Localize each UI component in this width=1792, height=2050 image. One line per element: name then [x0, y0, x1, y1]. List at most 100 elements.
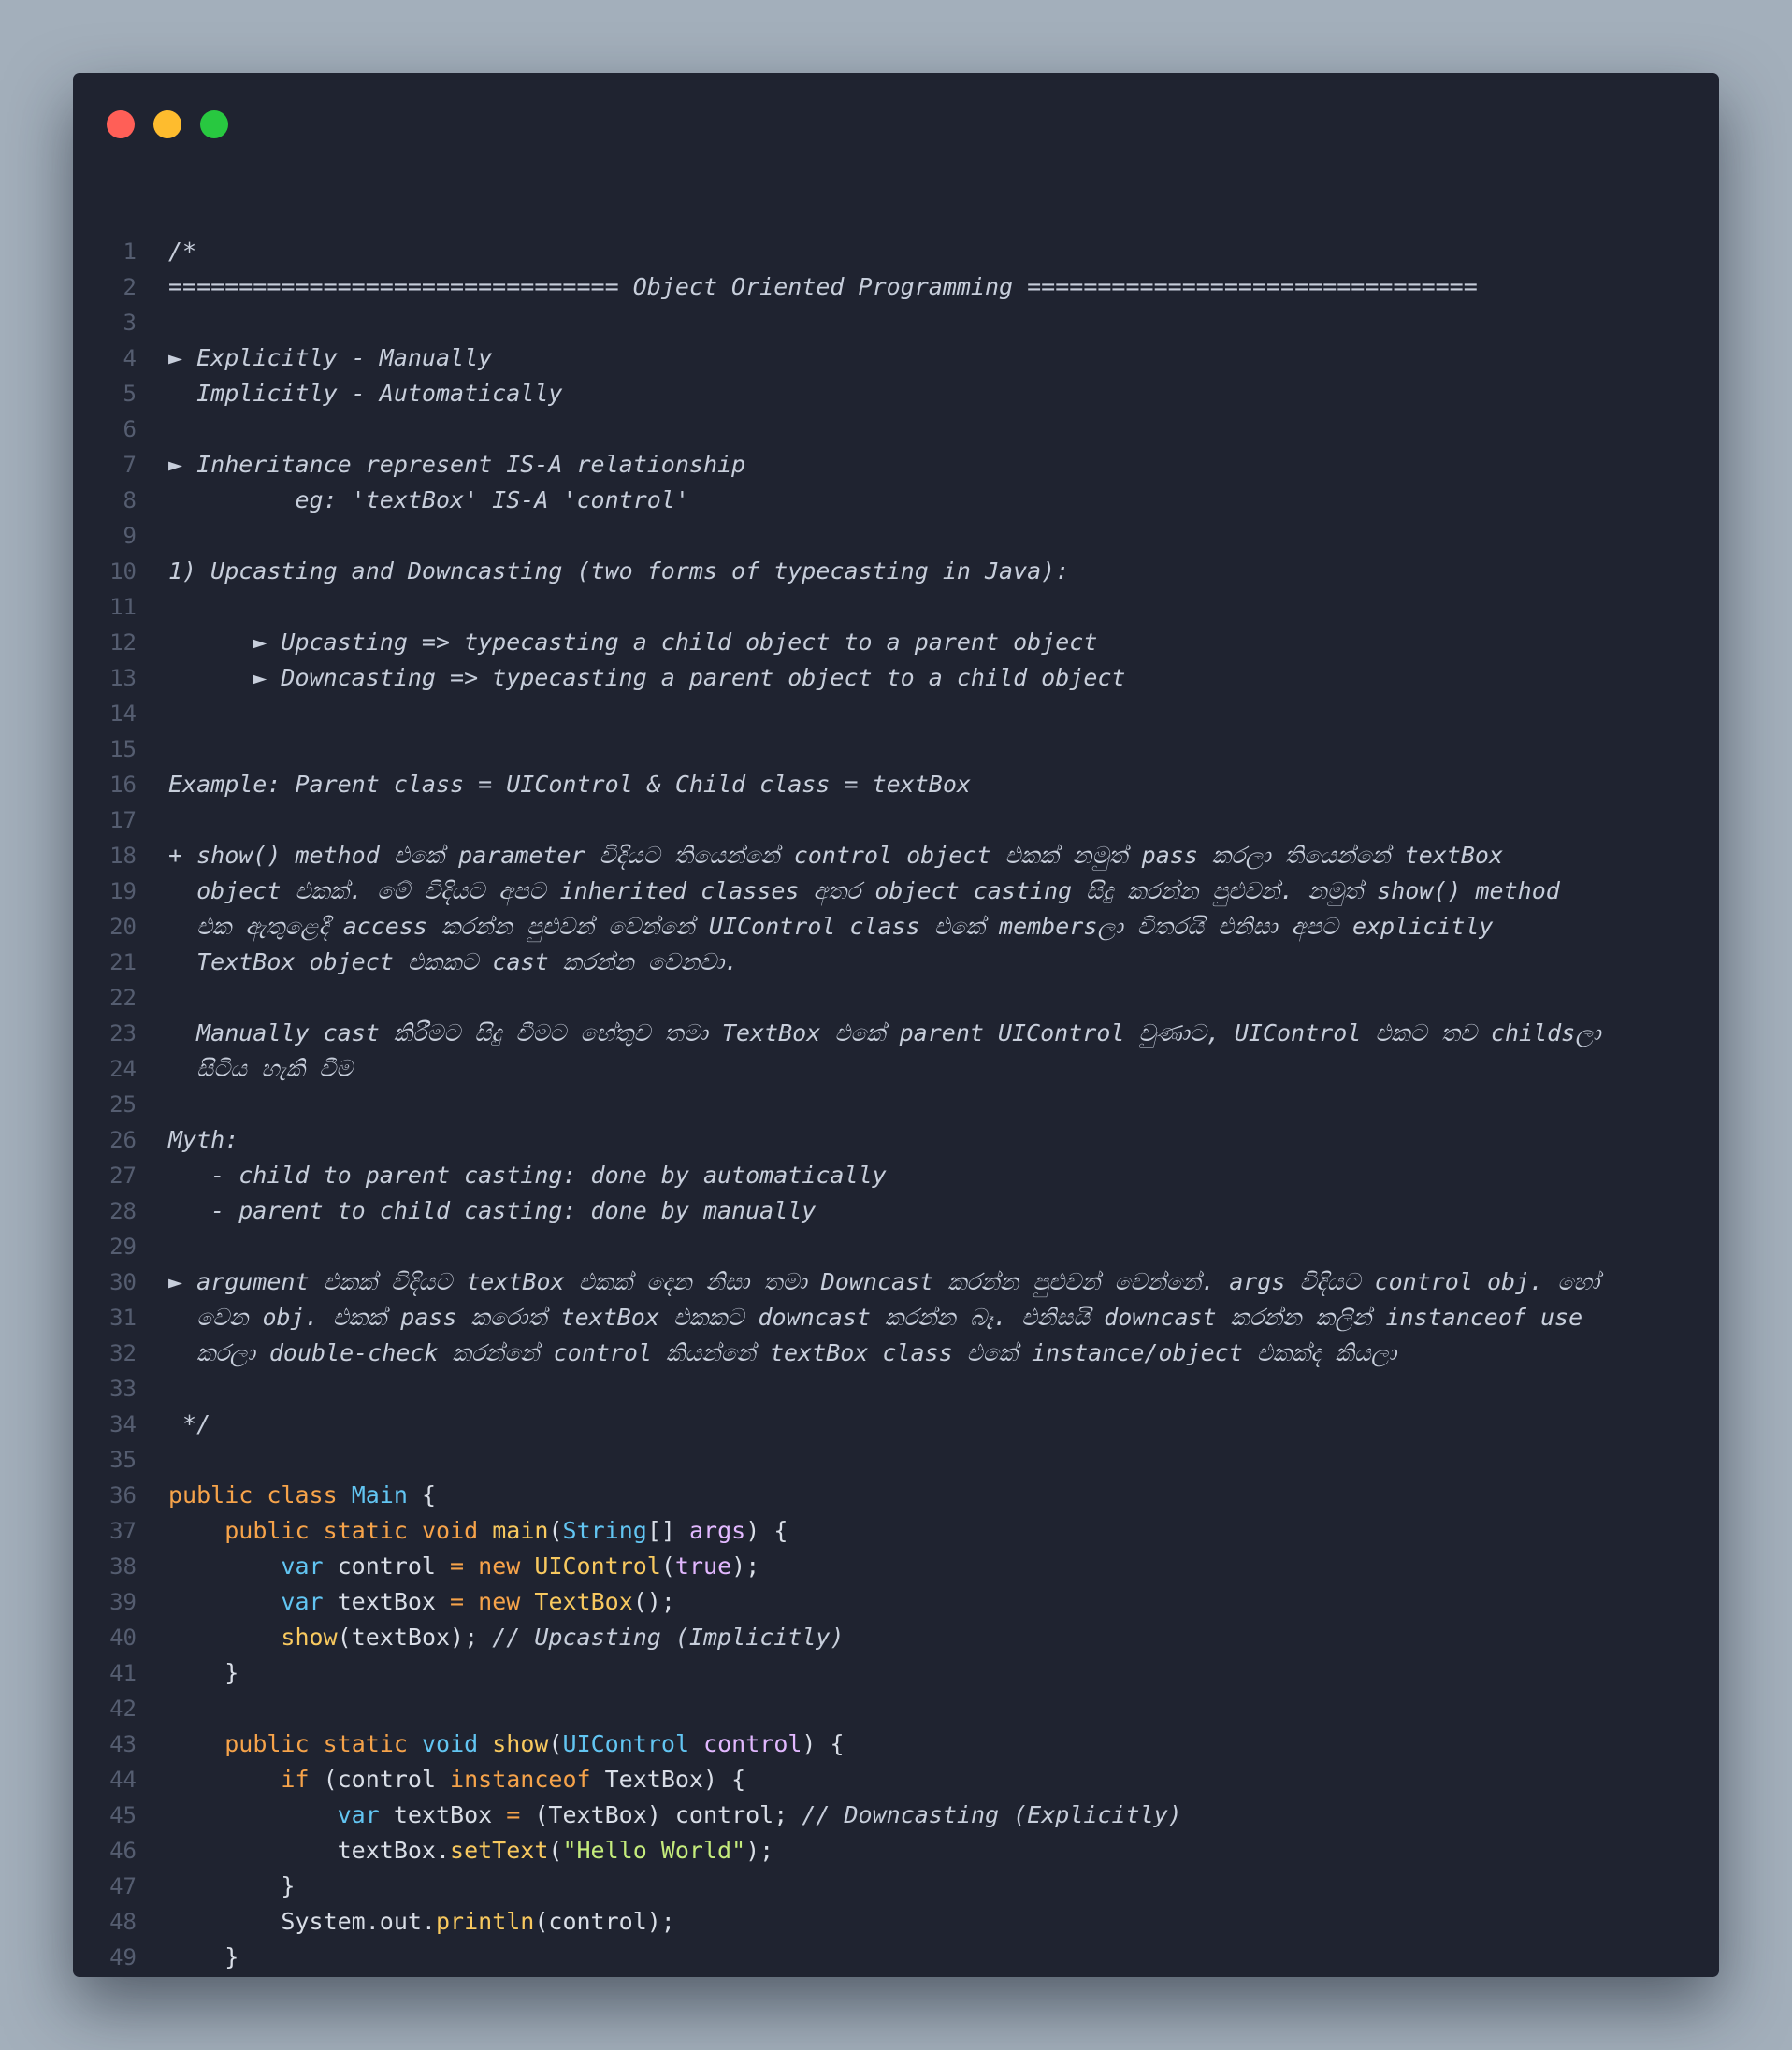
code-token: show — [492, 1730, 549, 1757]
code-token: TextBox object එකකට cast කරන්න වෙනවා. — [168, 948, 739, 975]
code-token: + show() method එකේ parameter විදියට තිය… — [168, 842, 1504, 869]
code-token: Manually cast කිරීමට සිදු වීමට හේතුව තමා… — [168, 1019, 1601, 1047]
line-number: 42 — [109, 1696, 137, 1722]
code-token: ) { — [802, 1730, 845, 1757]
line-text: කරලා double-check කරන්නේ control කියන්නේ… — [168, 1335, 1396, 1371]
line-number: 12 — [109, 629, 137, 656]
line-text: + show() method එකේ parameter විදියට තිය… — [168, 838, 1503, 873]
line-number: 24 — [109, 1056, 137, 1082]
line-text: TextBox object එකකට cast කරන්න වෙනවා. — [168, 945, 738, 980]
line-number: 41 — [109, 1660, 137, 1686]
close-window-button[interactable] — [107, 110, 135, 138]
line-text: Myth: — [168, 1122, 238, 1158]
line-text: var textBox = new TextBox(); — [168, 1584, 674, 1620]
line-number: 21 — [109, 949, 137, 975]
code-line: 41 } — [73, 1655, 1719, 1691]
code-token: eg: 'textBox' IS-A 'control' — [168, 486, 689, 513]
code-token: Main — [351, 1481, 408, 1509]
code-line: 11 — [73, 589, 1719, 625]
code-line: 32 කරලා double-check කරන්නේ control කියන… — [73, 1335, 1719, 1371]
line-number: 4 — [123, 345, 137, 371]
code-token: [] — [646, 1517, 689, 1544]
line-text: Manually cast කිරීමට සිදු වීමට හේතුව තමා… — [168, 1016, 1601, 1051]
line-text: 1) Upcasting and Downcasting (two forms … — [168, 554, 1069, 589]
code-line: 36 public class Main { — [73, 1478, 1719, 1513]
line-number: 7 — [123, 452, 137, 478]
code-token: (TextBox) control; — [520, 1801, 802, 1828]
minimize-window-button[interactable] — [153, 110, 181, 138]
code-line: 4 ► Explicitly - Manually — [73, 340, 1719, 376]
code-token: (control); — [534, 1908, 675, 1935]
line-number: 9 — [123, 523, 137, 549]
code-line: 25 — [73, 1087, 1719, 1122]
line-text: */ — [168, 1407, 210, 1442]
code-token: } — [168, 1943, 239, 1971]
code-token: public — [224, 1517, 310, 1544]
line-number: 47 — [109, 1873, 137, 1899]
code-line: 6 — [73, 411, 1719, 447]
code-token: UIControl — [562, 1730, 689, 1757]
code-line: 23 Manually cast කිරීමට සිදු වීමට හේතුව … — [73, 1016, 1719, 1051]
code-token: වෙන obj. එකක් pass කරොත් textBox එකකට do… — [168, 1304, 1583, 1331]
code-token: setText — [450, 1837, 549, 1864]
code-token: main — [492, 1517, 549, 1544]
line-number: 18 — [109, 843, 137, 869]
line-number: 48 — [109, 1909, 137, 1935]
line-number: 10 — [109, 558, 137, 585]
code-line: 37 public static void main(String[] args… — [73, 1513, 1719, 1549]
code-token: String — [562, 1517, 647, 1544]
code-line: 19 object එකක්. මේ විදියට අපට inherited … — [73, 873, 1719, 909]
line-text: } — [168, 1655, 238, 1691]
line-text: ► argument එකක් විදියට textBox එකක් දෙන … — [168, 1264, 1599, 1300]
code-token: TextBox) { — [590, 1766, 746, 1793]
code-token: // Upcasting (Implicitly) — [492, 1624, 845, 1651]
code-token: ); — [731, 1552, 760, 1580]
line-text: } — [168, 1940, 238, 1975]
line-text: if (control instanceof TextBox) { — [168, 1762, 745, 1797]
code-token: textBox — [379, 1801, 507, 1828]
line-text: ► Inheritance represent IS-A relationshi… — [168, 447, 745, 483]
line-number: 33 — [109, 1376, 137, 1402]
code-token: 1) Upcasting and Downcasting (two forms … — [168, 557, 1070, 585]
code-token: ► argument එකක් විදියට textBox එකක් දෙන … — [168, 1268, 1600, 1295]
code-line: 48 System.out.println(control); — [73, 1904, 1719, 1940]
code-token: System.out. — [168, 1908, 436, 1935]
code-line: 42 — [73, 1691, 1719, 1726]
line-number: 43 — [109, 1731, 137, 1757]
line-number: 45 — [109, 1802, 137, 1828]
code-token: { — [407, 1481, 437, 1509]
line-number: 34 — [109, 1411, 137, 1437]
maximize-window-button[interactable] — [200, 110, 228, 138]
code-token: TextBox — [534, 1588, 633, 1615]
line-number: 11 — [109, 594, 137, 620]
line-text: /* — [168, 234, 196, 269]
code-token: /* — [168, 238, 197, 265]
code-token: ► Upcasting => typecasting a child objec… — [168, 628, 1098, 656]
code-line: 50} — [73, 1975, 1719, 1977]
line-text: වෙන obj. එකක් pass කරොත් textBox එකකට do… — [168, 1300, 1582, 1335]
line-number: 50 — [73, 1975, 137, 1977]
code-editor[interactable]: 1 /* 2 ================================ Obj… — [73, 234, 1719, 1977]
code-token: ► Explicitly - Manually — [168, 344, 493, 371]
code-token: ( — [548, 1517, 563, 1544]
line-text: public class Main { — [168, 1478, 436, 1513]
line-number: 28 — [109, 1198, 137, 1224]
code-token: */ — [168, 1410, 211, 1437]
line-text: - child to parent casting: done by autom… — [168, 1158, 886, 1193]
line-number: 39 — [109, 1589, 137, 1615]
line-text: textBox.setText("Hello World"); — [168, 1833, 774, 1869]
line-number: 3 — [123, 310, 137, 336]
code-line: 1 /* — [73, 234, 1719, 269]
code-line: 5 Implicitly - Automatically — [73, 376, 1719, 411]
code-token: static — [323, 1517, 408, 1544]
code-line: 44 if (control instanceof TextBox) { — [73, 1762, 1719, 1797]
code-token: instanceof — [450, 1766, 591, 1793]
line-number: 5 — [123, 381, 137, 407]
code-line: 38 var control = new UIControl(true); — [73, 1549, 1719, 1584]
